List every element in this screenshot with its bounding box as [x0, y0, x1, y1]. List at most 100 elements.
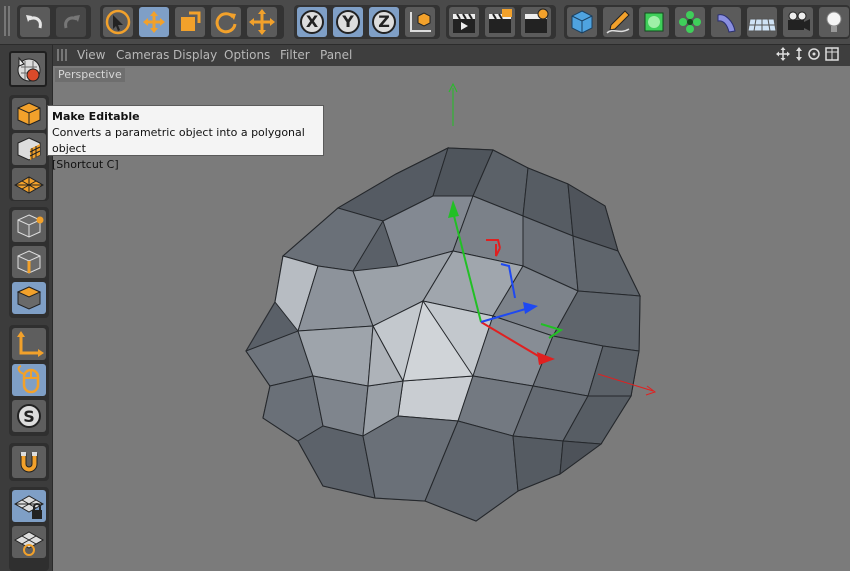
axis-group: X Y Z — [294, 5, 440, 39]
make-editable-button[interactable] — [9, 51, 47, 87]
model-mode-group — [9, 95, 49, 201]
menu-options[interactable]: Options — [224, 48, 270, 62]
tooltip-shortcut: [Shortcut C] — [52, 158, 119, 171]
workplane-grid-icon — [13, 176, 45, 194]
rotate-icon — [215, 12, 237, 34]
toolbar-grip[interactable] — [4, 6, 12, 36]
redo-button[interactable] — [56, 7, 86, 37]
texture-mode-button[interactable] — [12, 133, 46, 165]
points-mode-button[interactable] — [12, 210, 46, 242]
subdivision-surface-button[interactable] — [639, 7, 669, 37]
selection-cursor-icon — [105, 9, 131, 35]
clapperboard-render-icon — [489, 9, 512, 33]
deformer-button[interactable] — [711, 7, 741, 37]
camera-object-button[interactable] — [783, 7, 813, 37]
zoom-view-icon[interactable] — [796, 47, 802, 61]
menu-panel[interactable]: Panel — [320, 48, 352, 62]
pan-view-icon[interactable] — [776, 47, 790, 61]
tooltip-description: Converts a parametric object into a poly… — [52, 126, 305, 155]
y-axis-label: Y — [342, 12, 354, 31]
array-object-button[interactable] — [675, 7, 705, 37]
workplane-lock-icon — [13, 495, 45, 519]
z-axis-lock-button[interactable]: Z — [369, 7, 399, 37]
light-object-button[interactable] — [819, 7, 849, 37]
floor-object-button[interactable] — [747, 7, 777, 37]
x-axis-lock-button[interactable]: X — [297, 7, 327, 37]
render-picture-viewer-button[interactable] — [485, 7, 515, 37]
transform-icon — [249, 9, 275, 35]
tweak-mode-button[interactable] — [12, 364, 46, 396]
tools-group — [100, 5, 284, 39]
axis-mode-group: S — [9, 325, 49, 436]
main-toolbar: X Y Z — [0, 0, 850, 45]
objects-group — [564, 5, 850, 39]
snap-group — [9, 443, 49, 481]
render-view-button[interactable] — [449, 7, 479, 37]
clapperboard-icon — [453, 13, 475, 33]
move-tool-button[interactable] — [139, 7, 169, 37]
planar-workplane-button[interactable] — [12, 526, 46, 558]
model-cube-icon — [17, 102, 41, 126]
z-axis-label: Z — [378, 12, 390, 31]
workplane-mode-button[interactable] — [12, 168, 46, 200]
move-icon — [143, 11, 165, 33]
component-mode-group — [9, 207, 49, 318]
snapping-button[interactable] — [12, 446, 46, 478]
clapperboard-settings-icon — [525, 8, 549, 33]
menu-cameras[interactable]: Cameras — [116, 48, 169, 62]
menu-display[interactable]: Display — [173, 48, 217, 62]
live-selection-button[interactable] — [103, 7, 133, 37]
viewport-menubar: View Cameras Display Options Filter Pane… — [53, 45, 850, 66]
render-group — [446, 5, 556, 39]
edges-mode-button[interactable] — [12, 246, 46, 278]
axis-mode-icon — [17, 331, 44, 357]
make-editable-icon — [17, 56, 41, 82]
camera-icon — [788, 11, 810, 31]
transform-tool-button[interactable] — [247, 7, 277, 37]
menubar-grip[interactable] — [57, 49, 69, 61]
pen-spline-button[interactable] — [603, 7, 633, 37]
polygon-sphere-object[interactable] — [245, 147, 641, 522]
mouse-tweak-icon — [17, 365, 40, 394]
rotate-view-icon[interactable] — [808, 48, 820, 60]
subdivision-icon — [644, 12, 664, 32]
model-mode-button[interactable] — [12, 98, 46, 130]
svg-text:S: S — [23, 407, 35, 426]
x-axis-label: X — [305, 12, 319, 31]
solo-mode-button[interactable]: S — [12, 400, 46, 432]
history-group — [17, 5, 91, 39]
flower-array-icon — [679, 11, 701, 33]
coordinate-system-icon — [410, 12, 431, 32]
floor-grid-icon — [747, 18, 777, 32]
polygons-mode-icon — [16, 286, 42, 310]
mode-toolbar: S — [0, 45, 53, 571]
solo-s-icon: S — [17, 404, 41, 428]
scale-icon — [181, 11, 201, 31]
redo-icon — [64, 15, 80, 29]
edges-mode-icon — [17, 250, 41, 274]
texture-checker-icon — [17, 137, 41, 161]
viewport-nav-controls — [776, 47, 839, 61]
coordinate-system-button[interactable] — [405, 7, 435, 37]
cube-object-button[interactable] — [567, 7, 597, 37]
pen-icon — [606, 10, 630, 34]
scale-tool-button[interactable] — [175, 7, 205, 37]
points-mode-icon — [17, 214, 44, 238]
undo-icon — [26, 15, 42, 29]
rotate-tool-button[interactable] — [211, 7, 241, 37]
magnet-icon — [20, 452, 38, 473]
polygons-mode-button[interactable] — [12, 282, 46, 314]
make-editable-tooltip: Make Editable Converts a parametric obje… — [47, 105, 324, 171]
y-axis-lock-button[interactable]: Y — [333, 7, 363, 37]
render-settings-button[interactable] — [521, 7, 551, 37]
workplane-rotate-icon — [13, 531, 45, 556]
workplane-lock-group — [9, 487, 49, 571]
maximize-view-icon[interactable] — [825, 47, 839, 61]
lock-workplane-button[interactable] — [12, 490, 46, 522]
undo-button[interactable] — [20, 7, 50, 37]
light-bulb-icon — [826, 11, 842, 32]
axis-mode-button[interactable] — [12, 328, 46, 360]
tooltip-title: Make Editable — [52, 110, 140, 123]
menu-filter[interactable]: Filter — [280, 48, 310, 62]
menu-view[interactable]: View — [77, 48, 105, 62]
